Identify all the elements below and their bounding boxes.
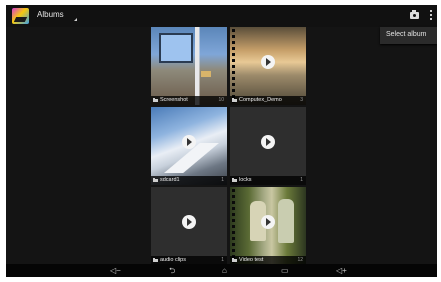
album-name: Computex_Demo [239,97,282,103]
album-audio-clips[interactable]: audio clips 1 [151,187,227,265]
folder-icon [153,258,158,262]
folder-icon [153,98,158,102]
album-count: 3 [300,97,303,103]
album-label-bar: sdcard1 1 [151,176,227,185]
gallery-app-icon[interactable] [12,8,29,24]
navigation-bar: ◁− ⮌ ⌂ ▭ ◁+ [6,264,437,277]
album-label-bar: Screenshot 10 [151,96,227,105]
album-sdcard1[interactable]: sdcard1 1 [151,107,227,185]
album-label-bar: locks 1 [230,176,306,185]
dropdown-caret-icon [74,18,77,21]
filmstrip-icon [232,29,235,103]
album-name: Video test [239,257,264,263]
album-label-bar: Computex_Demo 3 [230,96,306,105]
album-name: sdcard1 [160,177,180,183]
play-icon [261,135,275,149]
volume-down-icon[interactable]: ◁− [110,266,121,275]
menu-item-select-album[interactable]: Select album [386,31,426,38]
album-computex-demo[interactable]: Computex_Demo 3 [230,27,306,105]
album-thumbnail [151,27,227,105]
gallery-screen: Albums Select album Screenshot 10 Comput… [6,5,437,277]
folder-icon [232,178,237,182]
action-bar: Albums [6,5,437,27]
album-name: audio clips [160,257,186,263]
overflow-menu-icon[interactable] [430,10,433,22]
back-icon[interactable]: ⮌ [169,266,175,275]
album-count: 1 [300,177,303,183]
album-video-test[interactable]: Video test 12 [230,187,306,265]
album-screenshot[interactable]: Screenshot 10 [151,27,227,105]
play-icon [261,215,275,229]
album-count: 12 [297,257,303,263]
play-icon [261,55,275,69]
camera-icon[interactable] [410,10,419,19]
play-icon [182,215,196,229]
folder-icon [153,178,158,182]
album-locks[interactable]: locks 1 [230,107,306,185]
album-view-dropdown[interactable]: Albums [37,10,64,19]
play-icon [182,135,196,149]
recent-apps-icon[interactable]: ▭ [281,266,289,275]
folder-icon [232,258,237,262]
filmstrip-icon [232,189,235,263]
album-count: 1 [221,257,224,263]
album-count: 1 [221,177,224,183]
album-name: Screenshot [160,97,188,103]
overflow-menu: Select album [380,27,437,44]
folder-icon [232,98,237,102]
home-icon[interactable]: ⌂ [222,266,227,275]
volume-up-icon[interactable]: ◁+ [336,266,347,275]
album-name: locks [239,177,252,183]
album-count: 10 [218,97,224,103]
